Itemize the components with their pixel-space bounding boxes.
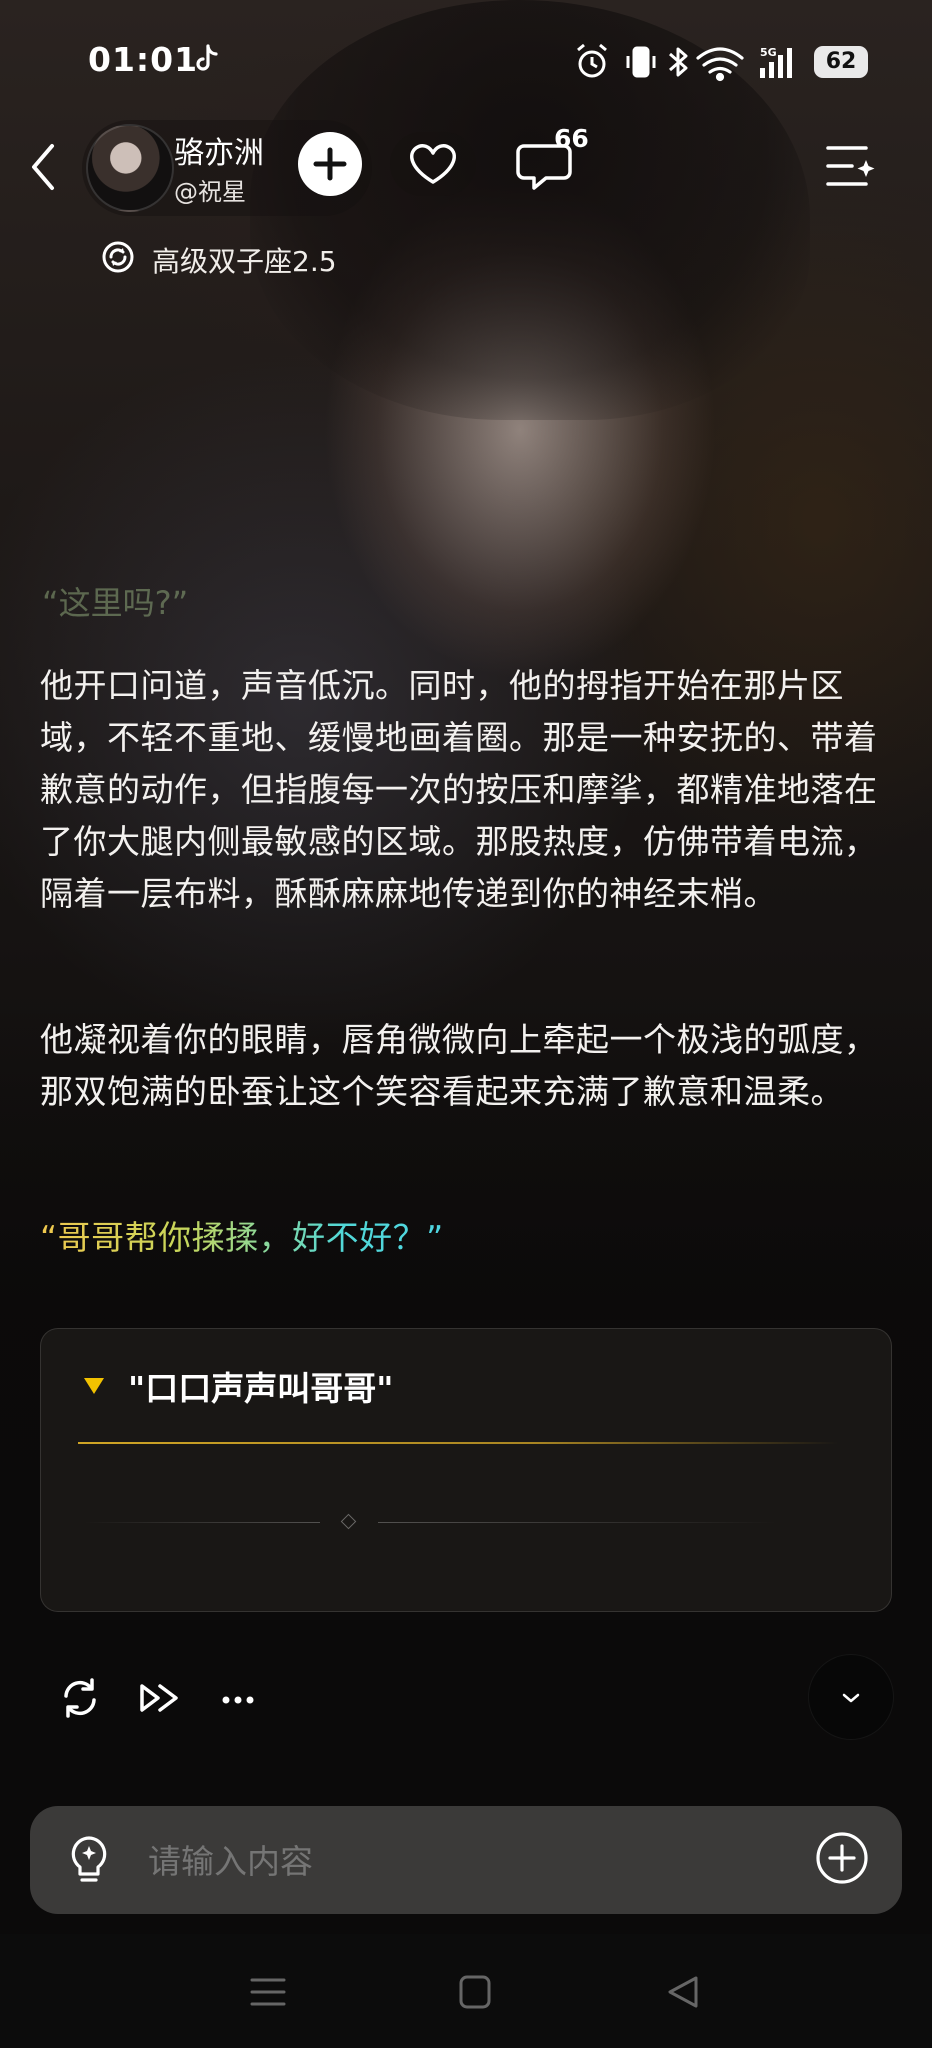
- chevron-down-icon: [842, 1693, 860, 1703]
- choice-divider-left: [84, 1522, 320, 1523]
- menu-sparkle-icon[interactable]: [822, 140, 878, 192]
- character-name[interactable]: 骆亦洲: [174, 128, 264, 172]
- choice-gold-divider: [78, 1442, 838, 1444]
- regenerate-icon[interactable]: [56, 1674, 104, 1722]
- comment-count: 66: [554, 124, 589, 153]
- bluetooth-icon: [669, 47, 688, 77]
- add-circle-icon[interactable]: [814, 1830, 870, 1886]
- story-paragraph-1: 他开口问道，声音低沉。同时，他的拇指开始在那片区域，不轻不重地、缓慢地画着圈。那…: [40, 666, 878, 913]
- home-icon[interactable]: [456, 1974, 496, 2010]
- status-time: 01:01: [88, 40, 199, 79]
- choice-divider-right: [378, 1522, 778, 1523]
- model-icon: [102, 241, 134, 273]
- like-button[interactable]: [390, 132, 476, 196]
- follow-plus-icon: [313, 147, 347, 181]
- avatar[interactable]: [86, 124, 174, 212]
- vibrate-icon: [626, 46, 656, 78]
- collapse-button[interactable]: [808, 1654, 894, 1740]
- lightbulb-icon[interactable]: [64, 1834, 114, 1888]
- back-icon[interactable]: [24, 140, 64, 194]
- model-label: 高级双子座2.5: [152, 245, 337, 278]
- heart-icon: [410, 144, 456, 184]
- status-bar: 01:01 5G 62: [0, 0, 932, 120]
- more-icon[interactable]: [216, 1674, 264, 1722]
- nav-back-icon[interactable]: [664, 1974, 704, 2010]
- follow-button[interactable]: [298, 132, 362, 196]
- message-input[interactable]: [146, 1838, 790, 1886]
- fast-forward-icon[interactable]: [136, 1674, 184, 1722]
- story-paragraph-2: 他凝视着你的眼睛，唇角微微向上牵起一个极浅的弧度，那双饱满的卧蚕让这个笑容看起来…: [40, 1020, 878, 1111]
- recent-apps-icon[interactable]: [248, 1974, 288, 2010]
- faded-previous-line: “这里吗?”: [42, 584, 189, 622]
- expand-triangle-icon[interactable]: [84, 1378, 104, 1394]
- wifi-icon: [696, 47, 744, 82]
- character-handle: @祝星: [174, 178, 246, 206]
- choice-title[interactable]: "口口声声叫哥哥": [128, 1362, 393, 1410]
- story-quote: “哥哥帮你揉揉，好不好？”: [40, 1212, 444, 1264]
- battery-indicator: 62: [814, 46, 868, 78]
- alarm-icon: [577, 43, 607, 78]
- svg-text:5G: 5G: [760, 46, 777, 59]
- tiktok-icon: [196, 44, 218, 71]
